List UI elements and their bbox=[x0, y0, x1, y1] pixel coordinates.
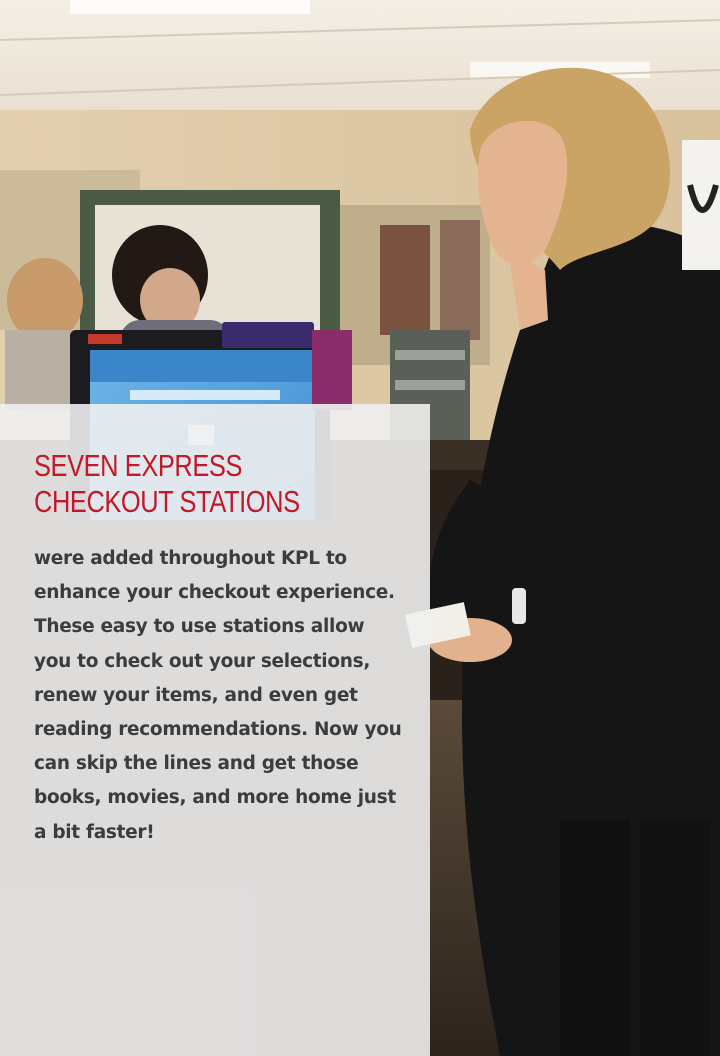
headline: SEVEN EXPRESS CHECKOUT STATIONS bbox=[34, 448, 346, 520]
headline-line-1: SEVEN EXPRESS bbox=[34, 448, 242, 483]
headline-line-2: CHECKOUT STATIONS bbox=[34, 484, 300, 519]
body-text: were added throughout KPL to enhance you… bbox=[34, 548, 402, 843]
